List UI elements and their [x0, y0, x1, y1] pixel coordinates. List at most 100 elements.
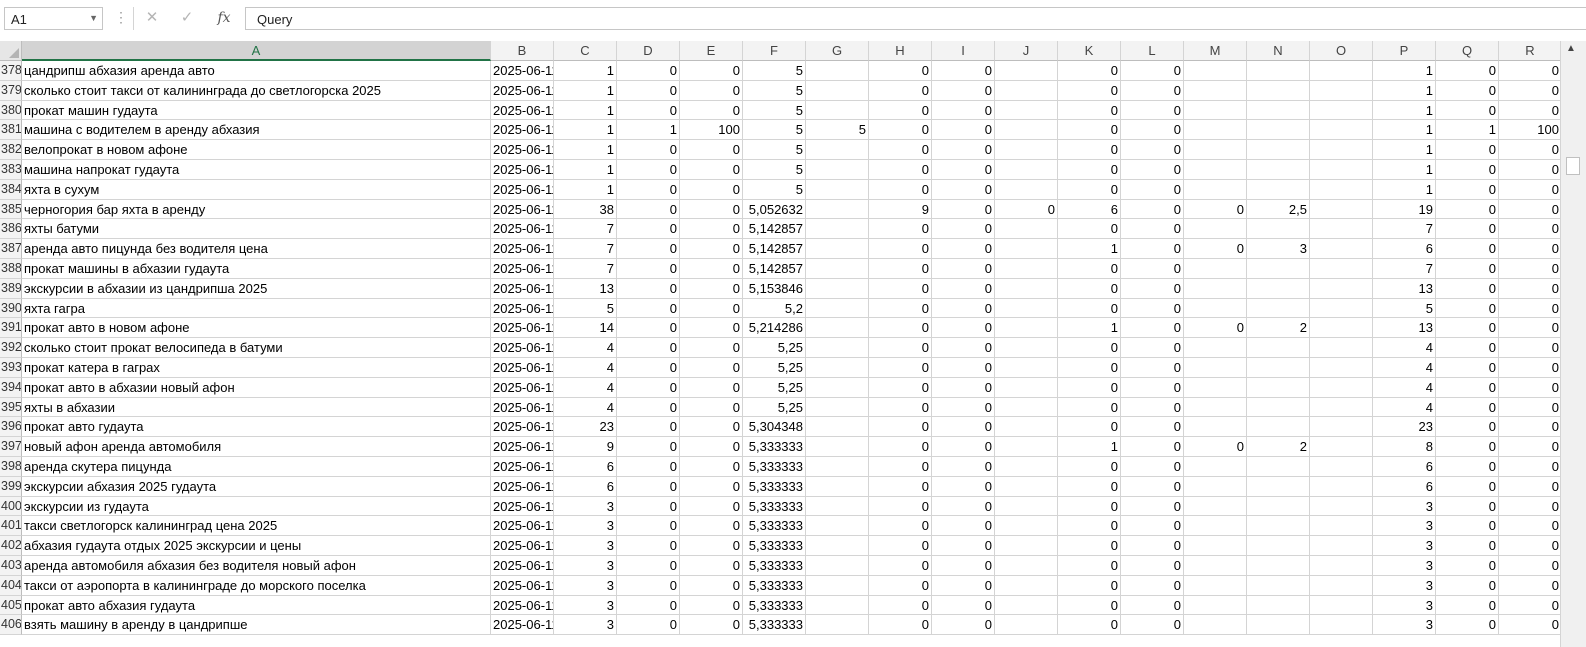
- cell-l[interactable]: 0: [1121, 536, 1184, 556]
- cell-m[interactable]: 0: [1184, 318, 1247, 339]
- cell-b[interactable]: 2025-06-11: [491, 555, 554, 576]
- cell-i[interactable]: 0: [932, 219, 995, 240]
- cell-k[interactable]: 0: [1058, 258, 1121, 279]
- cell-l[interactable]: 0: [1121, 239, 1184, 259]
- cell-i[interactable]: 0: [932, 100, 995, 121]
- column-header-a[interactable]: A: [22, 41, 491, 61]
- cell-p[interactable]: 8: [1373, 437, 1436, 457]
- cell-g[interactable]: [806, 318, 869, 339]
- cell-e[interactable]: 0: [680, 595, 743, 616]
- cell-j[interactable]: [995, 179, 1058, 200]
- cell-q[interactable]: 0: [1436, 417, 1499, 438]
- cell-d[interactable]: 0: [617, 278, 680, 299]
- cell-h[interactable]: 0: [869, 615, 932, 636]
- name-box[interactable]: A1 ▼: [4, 7, 103, 30]
- cell-k[interactable]: 0: [1058, 536, 1121, 556]
- cell-g[interactable]: [806, 476, 869, 497]
- cell-c[interactable]: 4: [554, 338, 617, 358]
- cell-q[interactable]: 1: [1436, 120, 1499, 141]
- cell-c[interactable]: 3: [554, 615, 617, 636]
- cell-m[interactable]: [1184, 516, 1247, 537]
- cell-b[interactable]: 2025-06-11: [491, 397, 554, 418]
- cell-f[interactable]: 5: [743, 80, 806, 101]
- cell-c[interactable]: 1: [554, 120, 617, 141]
- cell-e[interactable]: 0: [680, 278, 743, 299]
- row-header[interactable]: 406: [0, 615, 22, 636]
- cell-b[interactable]: 2025-06-11: [491, 80, 554, 101]
- cell-d[interactable]: 0: [617, 377, 680, 398]
- cell-d[interactable]: 0: [617, 80, 680, 101]
- cell-l[interactable]: 0: [1121, 377, 1184, 398]
- cell-b[interactable]: 2025-06-11: [491, 219, 554, 240]
- cell-g[interactable]: [806, 159, 869, 180]
- cell-h[interactable]: 0: [869, 159, 932, 180]
- cell-b[interactable]: 2025-06-11: [491, 516, 554, 537]
- cell-p[interactable]: 3: [1373, 536, 1436, 556]
- cell-i[interactable]: 0: [932, 575, 995, 596]
- row-header[interactable]: 382: [0, 140, 22, 160]
- cell-i[interactable]: 0: [932, 298, 995, 319]
- cell-o[interactable]: [1310, 80, 1373, 101]
- cell-a[interactable]: взять машину в аренду в цандрипше: [22, 615, 491, 636]
- cell-b[interactable]: 2025-06-11: [491, 61, 554, 81]
- cell-d[interactable]: 0: [617, 258, 680, 279]
- cell-b[interactable]: 2025-06-11: [491, 298, 554, 319]
- cell-f[interactable]: 5,333333: [743, 437, 806, 457]
- cell-f[interactable]: 5,333333: [743, 516, 806, 537]
- cell-a[interactable]: яхта в сухум: [22, 179, 491, 200]
- cell-k[interactable]: 0: [1058, 377, 1121, 398]
- cell-a[interactable]: экскурсии абхазия 2025 гудаута: [22, 476, 491, 497]
- cell-m[interactable]: [1184, 595, 1247, 616]
- cell-a[interactable]: черногория бар яхта в аренду: [22, 199, 491, 220]
- cell-j[interactable]: [995, 239, 1058, 259]
- column-header-o[interactable]: O: [1310, 41, 1373, 61]
- cell-l[interactable]: 0: [1121, 357, 1184, 378]
- cell-a[interactable]: машина напрокат гудаута: [22, 159, 491, 180]
- cell-k[interactable]: 0: [1058, 417, 1121, 438]
- cell-j[interactable]: [995, 140, 1058, 160]
- cell-i[interactable]: 0: [932, 258, 995, 279]
- row-header[interactable]: 392: [0, 338, 22, 358]
- cell-q[interactable]: 0: [1436, 357, 1499, 378]
- cell-b[interactable]: 2025-06-11: [491, 595, 554, 616]
- cell-g[interactable]: [806, 397, 869, 418]
- cell-q[interactable]: 0: [1436, 239, 1499, 259]
- cell-r[interactable]: 0: [1499, 615, 1562, 636]
- cell-g[interactable]: [806, 298, 869, 319]
- cell-g[interactable]: [806, 496, 869, 517]
- cell-a[interactable]: сколько стоит такси от калининграда до с…: [22, 80, 491, 101]
- cell-f[interactable]: 5: [743, 159, 806, 180]
- cell-k[interactable]: 0: [1058, 397, 1121, 418]
- cell-n[interactable]: [1247, 120, 1310, 141]
- cell-m[interactable]: [1184, 555, 1247, 576]
- row-header[interactable]: 390: [0, 298, 22, 319]
- cell-c[interactable]: 3: [554, 595, 617, 616]
- column-header-r[interactable]: R: [1499, 41, 1562, 61]
- cell-e[interactable]: 0: [680, 298, 743, 319]
- cell-m[interactable]: [1184, 80, 1247, 101]
- cell-h[interactable]: 9: [869, 199, 932, 220]
- cell-c[interactable]: 1: [554, 140, 617, 160]
- cell-r[interactable]: 0: [1499, 476, 1562, 497]
- cell-e[interactable]: 100: [680, 120, 743, 141]
- column-header-c[interactable]: C: [554, 41, 617, 61]
- cell-d[interactable]: 0: [617, 140, 680, 160]
- cell-b[interactable]: 2025-06-11: [491, 437, 554, 457]
- cell-f[interactable]: 5,333333: [743, 595, 806, 616]
- cell-n[interactable]: [1247, 377, 1310, 398]
- cell-o[interactable]: [1310, 199, 1373, 220]
- cell-f[interactable]: 5,333333: [743, 575, 806, 596]
- cell-e[interactable]: 0: [680, 199, 743, 220]
- cell-h[interactable]: 0: [869, 179, 932, 200]
- cell-k[interactable]: 0: [1058, 61, 1121, 81]
- cell-m[interactable]: [1184, 575, 1247, 596]
- cell-i[interactable]: 0: [932, 555, 995, 576]
- cell-g[interactable]: [806, 536, 869, 556]
- cell-k[interactable]: 0: [1058, 575, 1121, 596]
- cell-m[interactable]: 0: [1184, 239, 1247, 259]
- cell-d[interactable]: 0: [617, 100, 680, 121]
- cell-m[interactable]: [1184, 456, 1247, 477]
- cell-d[interactable]: 0: [617, 615, 680, 636]
- cell-d[interactable]: 0: [617, 397, 680, 418]
- cell-m[interactable]: [1184, 120, 1247, 141]
